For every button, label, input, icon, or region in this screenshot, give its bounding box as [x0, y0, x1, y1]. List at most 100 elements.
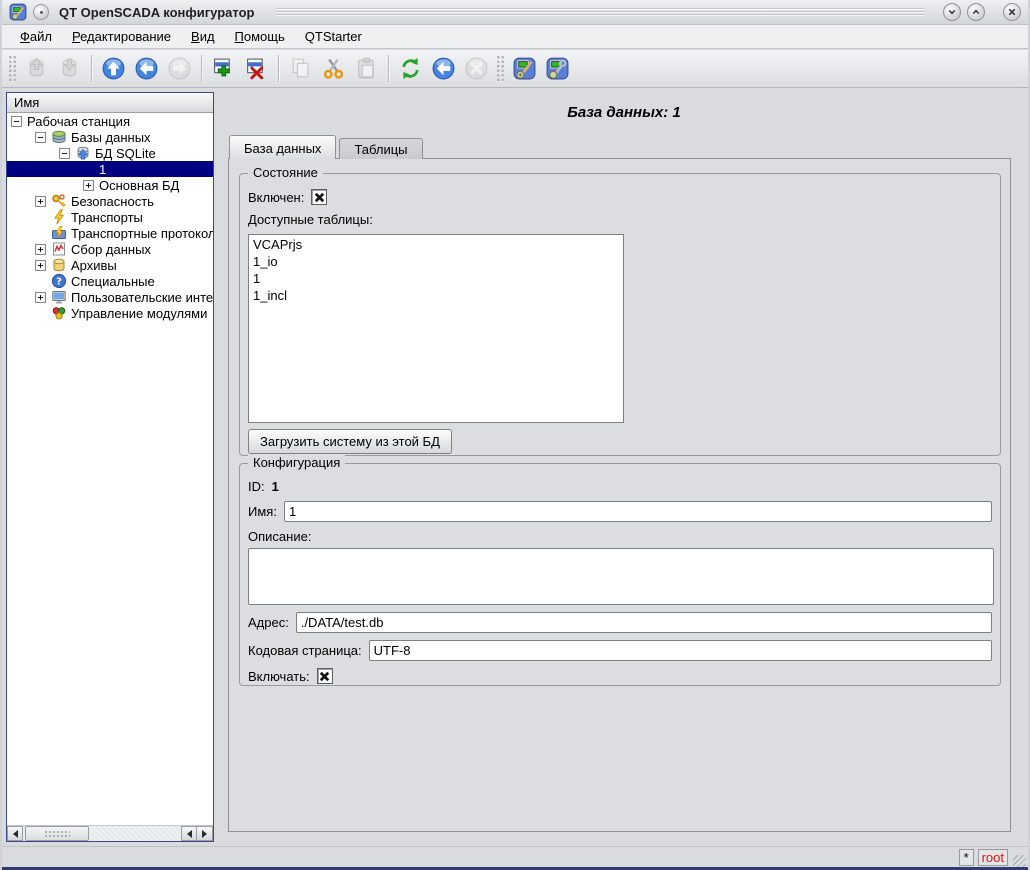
statusbar: * root [2, 846, 1028, 867]
tree-item-архивы[interactable]: Архивы [7, 257, 213, 273]
expand-icon[interactable] [35, 196, 46, 207]
paste-icon [354, 56, 379, 81]
tree-item-рабочая-станция[interactable]: Рабочая станция [7, 113, 213, 129]
codepage-input[interactable] [369, 640, 992, 661]
tree-item-базы-данных[interactable]: Базы данных [7, 129, 213, 145]
qtstarter-configurator-button[interactable] [508, 53, 541, 84]
scroll-thumb[interactable] [25, 826, 89, 841]
tree-item-label: Архивы [71, 258, 117, 273]
start-icon [431, 56, 456, 81]
name-input[interactable] [284, 501, 992, 522]
add-item-button[interactable] [207, 53, 240, 84]
list-item[interactable]: 1_incl [249, 287, 623, 304]
list-item[interactable]: 1 [249, 270, 623, 287]
tree-item-label: Управление модулями [71, 306, 207, 321]
titlebar-grip-lines [276, 8, 925, 17]
menu-qtstarter[interactable]: QTStarter [295, 26, 372, 47]
id-value: 1 [272, 479, 279, 494]
save-to-db-button [53, 53, 86, 84]
tab-таблицы[interactable]: Таблицы [339, 138, 422, 159]
tree-item-1[interactable]: 1 [7, 161, 213, 177]
tree-item-транспорты[interactable]: Транспорты [7, 209, 213, 225]
toolbar-separator [201, 55, 202, 82]
cut-icon [321, 56, 346, 81]
scroll-left-button[interactable] [7, 826, 23, 841]
expand-icon[interactable] [35, 292, 46, 303]
description-textarea[interactable] [248, 548, 994, 605]
scroll-left-button-2[interactable] [181, 826, 197, 841]
config-group-title: Конфигурация [248, 455, 345, 470]
collapse-icon[interactable] [59, 148, 70, 159]
tables-listbox[interactable]: VCAPrjs1_io11_incl [248, 234, 624, 423]
tree-item-бд-sqlite[interactable]: БД SQLite [7, 145, 213, 161]
menu-помощь[interactable]: Помощь [225, 26, 295, 47]
app-icon [9, 3, 27, 21]
refresh-icon [398, 56, 423, 81]
up-button[interactable] [97, 53, 130, 84]
tab-база-данных[interactable]: База данных [229, 135, 336, 159]
refresh-item-button[interactable] [394, 53, 427, 84]
tree-item-основная-бд[interactable]: Основная БД [7, 177, 213, 193]
list-item[interactable]: VCAPrjs [249, 236, 623, 253]
forward-button [163, 53, 196, 84]
tree-item-пользовательские-интерфейсы[interactable]: Пользовательские интерфейсы [7, 289, 213, 305]
expand-icon[interactable] [83, 180, 94, 191]
tree-item-транспортные-протоколы[interactable]: Транспортные протоколы [7, 225, 213, 241]
collapse-icon[interactable] [35, 132, 46, 143]
expand-icon[interactable] [35, 244, 46, 255]
address-input[interactable] [296, 612, 992, 633]
toolbar-separator [91, 55, 92, 82]
db-save-icon [57, 56, 82, 81]
tree-item-управление-модулями[interactable]: Управление модулями [7, 305, 213, 321]
toolbar-handle[interactable] [496, 55, 505, 83]
tree-item-label: Транспортные протоколы [71, 226, 213, 241]
toolbar-separator [388, 55, 389, 82]
back-button[interactable] [130, 53, 163, 84]
svg-text:?: ? [56, 277, 62, 288]
tree-item-label: Специальные [71, 274, 155, 289]
security-icon [51, 193, 67, 209]
item-delete-icon [244, 56, 269, 81]
name-label: Имя: [248, 504, 277, 519]
load-system-button[interactable]: Загрузить систему из этой БД [248, 429, 452, 454]
navigation-tree-panel: Имя Рабочая станцияБазы данныхБД SQLite1… [6, 92, 214, 842]
scroll-track[interactable] [89, 826, 181, 841]
menu-файл[interactable]: Файл [10, 26, 62, 47]
config-groupbox: Конфигурация ID: 1 Имя: Описание: Адрес: [239, 463, 1001, 686]
db-load-icon [24, 56, 49, 81]
codepage-label: Кодовая страница: [248, 643, 362, 658]
minimize-button[interactable] [943, 3, 961, 21]
tree-item-безопасность[interactable]: Безопасность [7, 193, 213, 209]
delete-item-button[interactable] [240, 53, 273, 84]
sticky-button[interactable] [33, 4, 49, 20]
qtstarter-vision-button[interactable] [541, 53, 574, 84]
tree-item-label: БД SQLite [95, 146, 156, 161]
scroll-right-button[interactable] [197, 826, 213, 841]
tree-item-специальные[interactable]: ? Специальные [7, 273, 213, 289]
start-button[interactable] [427, 53, 460, 84]
toolbar-handle[interactable] [8, 55, 17, 83]
sqlite-db-icon [75, 145, 91, 161]
enabled-checkbox[interactable] [311, 189, 327, 205]
copy-icon [288, 56, 313, 81]
list-item[interactable]: 1_io [249, 253, 623, 270]
tree-header-label: Имя [14, 95, 39, 110]
close-button[interactable] [1003, 3, 1021, 21]
expand-icon[interactable] [35, 260, 46, 271]
address-label: Адрес: [248, 615, 289, 630]
description-label: Описание: [248, 529, 311, 544]
tree-item-label: Пользовательские интерфейсы [71, 290, 213, 305]
menu-вид[interactable]: Вид [181, 26, 225, 47]
cut-item-button[interactable] [317, 53, 350, 84]
tree-horizontal-scrollbar [7, 825, 213, 841]
load-from-db-button [20, 53, 53, 84]
tree-item-сбор-данных[interactable]: Сбор данных [7, 241, 213, 257]
tab-bar: База данныхТаблицы [229, 135, 426, 159]
enable-checkbox[interactable] [317, 668, 333, 684]
maximize-button[interactable] [967, 3, 985, 21]
collapse-icon[interactable] [11, 116, 22, 127]
current-user-badge[interactable]: root [978, 849, 1008, 866]
copy-item-button [284, 53, 317, 84]
menu-редактирование[interactable]: Редактирование [62, 26, 181, 47]
tables-label: Доступные таблицы: [248, 212, 373, 227]
